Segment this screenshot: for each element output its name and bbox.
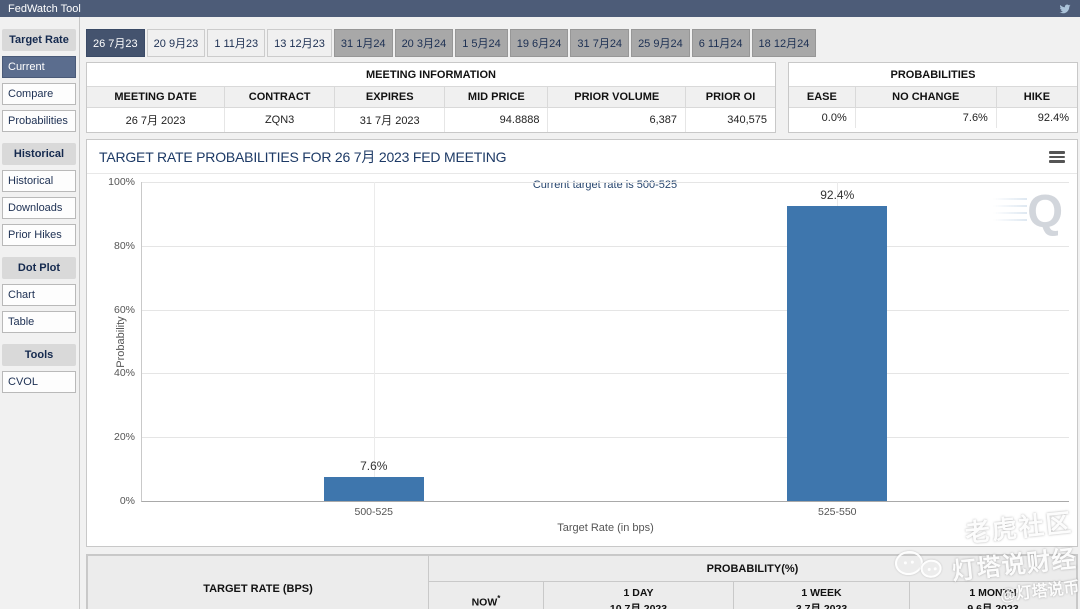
tab-meeting-3[interactable]: 13 12月23	[267, 29, 332, 57]
gridline	[142, 182, 1069, 183]
app-title: FedWatch Tool	[8, 2, 81, 15]
value-mid-price: 94.8888	[444, 107, 549, 132]
col-hike: HIKE	[996, 86, 1077, 108]
probabilities-panel: PROBABILITIES EASE NO CHANGE HIKE 0.0% 7…	[788, 62, 1078, 133]
y-tick: 100%	[108, 176, 135, 188]
probability-group-header: PROBABILITY(%)	[428, 555, 1077, 582]
gridline	[142, 437, 1069, 439]
target-rate-bps-header: TARGET RATE (BPS)	[87, 555, 429, 609]
tab-meeting-0[interactable]: 26 7月23	[86, 29, 145, 57]
sidebar-item-current[interactable]: Current	[2, 56, 76, 78]
meeting-information-panel: MEETING INFORMATION MEETING DATE CONTRAC…	[86, 62, 776, 133]
sidebar-item-chart[interactable]: Chart	[2, 284, 76, 306]
bar-value-label: 92.4%	[820, 188, 855, 203]
tab-meeting-2[interactable]: 1 11月23	[207, 29, 266, 57]
sidebar-header-target-rate: Target Rate	[2, 29, 76, 51]
value-prior-oi: 340,575	[727, 114, 767, 126]
bar-value-label: 7.6%	[360, 458, 388, 473]
tab-meeting-5[interactable]: 20 3月24	[394, 29, 454, 57]
sidebar-item-probabilities[interactable]: Probabilities	[2, 110, 76, 132]
now-footnote: *	[497, 593, 501, 603]
sidebar-section-historical: Historical Historical Downloads Prior Hi…	[2, 143, 76, 246]
col-now: NOW*	[428, 581, 544, 609]
bar-500-525[interactable]: 7.6%	[323, 459, 424, 501]
tab-meeting-11[interactable]: 18 12月24	[751, 29, 817, 57]
main-content: 26 7月23 20 9月23 1 11月23 13 12月23 31 1月24…	[80, 17, 1080, 609]
col-prior-volume: PRIOR VOLUME	[547, 86, 687, 108]
value-no-change: 7.6%	[855, 107, 997, 128]
chart-title: TARGET RATE PROBABILITIES FOR 26 7月 2023…	[99, 149, 507, 165]
col-1-week: 1 WEEK 3 7月 2023	[733, 581, 910, 609]
tab-meeting-8[interactable]: 31 7月24	[570, 29, 630, 57]
col-1-month: 1 MONTH 9 6月 2023	[909, 581, 1077, 609]
value-prior-volume: 6,387	[547, 107, 687, 132]
tab-meeting-9[interactable]: 25 9月24	[631, 29, 690, 57]
col-contract: CONTRACT	[224, 86, 336, 108]
tab-meeting-1[interactable]: 20 9月23	[146, 29, 206, 57]
top-bar: FedWatch Tool	[0, 0, 1080, 17]
x-axis-label: Target Rate (in bps)	[557, 522, 654, 534]
tab-meeting-7[interactable]: 19 6月24	[509, 29, 569, 57]
col-ease: EASE	[789, 86, 856, 108]
probability-history-table: TARGET RATE (BPS) PROBABILITY(%) NOW* 1 …	[86, 554, 1078, 609]
tab-meeting-6[interactable]: 1 5月24	[455, 29, 508, 57]
value-expires: 31 7月 2023	[334, 107, 446, 132]
col-mid-price: MID PRICE	[444, 86, 549, 108]
sidebar-item-compare[interactable]: Compare	[2, 83, 76, 105]
value-contract: ZQN3	[224, 107, 336, 132]
target-rate-chart-panel: TARGET RATE PROBABILITIES FOR 26 7月 2023…	[86, 139, 1078, 547]
y-tick: 0%	[119, 495, 135, 507]
bar-525-550[interactable]: 92.4%	[787, 188, 888, 501]
sidebar-item-prior-hikes[interactable]: Prior Hikes	[2, 224, 76, 246]
probabilities-title: PROBABILITIES	[890, 69, 976, 81]
meeting-date-tabs: 26 7月23 20 9月23 1 11月23 13 12月23 31 1月24…	[86, 29, 1078, 57]
col-1-day: 1 DAY 10 7月 2023	[543, 581, 734, 609]
col-expires: EXPIRES	[334, 86, 446, 108]
chart-menu-icon[interactable]	[1049, 149, 1065, 165]
meeting-information-title: MEETING INFORMATION	[366, 69, 496, 81]
sidebar-header-tools: Tools	[2, 344, 76, 366]
col-meeting-date: MEETING DATE	[87, 86, 226, 108]
sidebar-header-historical: Historical	[2, 143, 76, 165]
gridline	[142, 309, 1069, 311]
sidebar-item-downloads[interactable]: Downloads	[2, 197, 76, 219]
value-hike: 92.4%	[1037, 112, 1069, 124]
probabilities-table: EASE NO CHANGE HIKE 0.0% 7.6% 92.4%	[789, 86, 1077, 128]
x-tick: 525-550	[817, 506, 857, 518]
value-ease: 0.0%	[789, 107, 856, 128]
tab-meeting-4[interactable]: 31 1月24	[333, 29, 393, 57]
sidebar-item-cvol[interactable]: CVOL	[2, 371, 76, 393]
sidebar-section-dot-plot: Dot Plot Chart Table	[2, 257, 76, 333]
sidebar-section-tools: Tools CVOL	[2, 344, 76, 393]
sidebar-item-table[interactable]: Table	[2, 311, 76, 333]
bar-chart-plot: 0% 20% 40% 60% 80% 100% Probability 7.6%…	[108, 176, 1069, 534]
fedwatch-app: FedWatch Tool Target Rate Current Compar…	[0, 0, 1080, 609]
col-no-change: NO CHANGE	[855, 86, 997, 108]
meeting-information-table: MEETING DATE CONTRACT EXPIRES MID PRICE …	[87, 86, 775, 132]
twitter-icon[interactable]	[1058, 3, 1072, 15]
x-tick: 500-525	[354, 506, 394, 518]
y-axis-label: Probability	[115, 315, 127, 368]
gridline	[373, 182, 375, 501]
gridline	[142, 373, 1069, 375]
sidebar-header-dot-plot: Dot Plot	[2, 257, 76, 279]
tab-meeting-10[interactable]: 6 11月24	[691, 29, 750, 57]
value-meeting-date: 26 7月 2023	[87, 107, 226, 132]
sidebar: Target Rate Current Compare Probabilitie…	[0, 17, 80, 609]
sidebar-item-historical[interactable]: Historical	[2, 170, 76, 192]
q-watermark: Q	[1027, 185, 1063, 237]
sidebar-section-target-rate: Target Rate Current Compare Probabilitie…	[2, 29, 76, 132]
col-prior-oi: PRIOR OI	[685, 86, 775, 108]
gridline	[142, 245, 1069, 247]
